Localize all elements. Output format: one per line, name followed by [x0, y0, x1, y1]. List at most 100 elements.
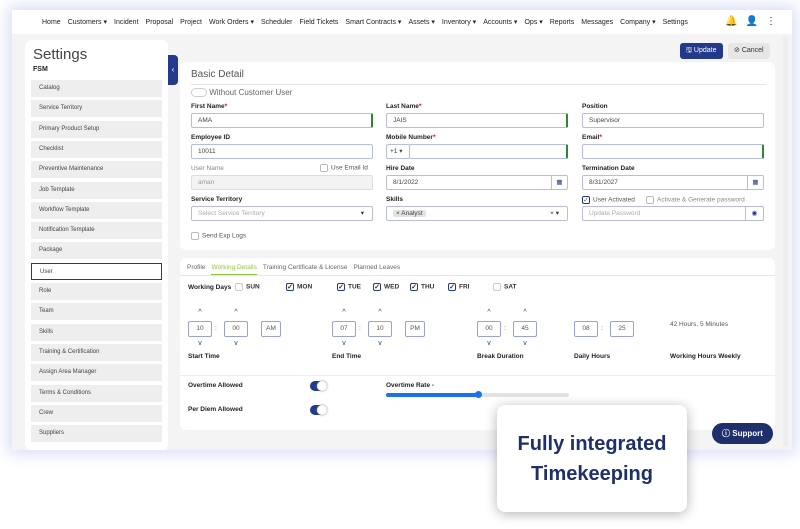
chevron-down-icon[interactable]: v	[224, 340, 248, 347]
nav-item[interactable]: Ops ▾	[524, 18, 542, 26]
sidebar-item[interactable]: Notification Template	[31, 222, 162, 240]
overtime-toggle[interactable]	[310, 381, 327, 391]
bell-icon[interactable]: 🔔	[725, 16, 737, 27]
chevron-up-icon[interactable]: ^	[513, 309, 537, 316]
cancel-button[interactable]: ⊘ Cancel	[728, 43, 770, 59]
chevron-up-icon[interactable]: ^	[188, 309, 212, 316]
mobile-input[interactable]	[409, 144, 568, 159]
sidebar-item[interactable]: Crew	[31, 404, 162, 422]
sidebar-item[interactable]: Job Template	[31, 181, 162, 199]
tab[interactable]: Training Certificate & License	[263, 264, 348, 275]
nav-item[interactable]: Incident	[114, 19, 139, 26]
without-customer-toggle[interactable]: Without Customer User	[191, 88, 292, 98]
nav-item[interactable]: Field Tickets	[300, 19, 339, 26]
start-ampm[interactable]: AM	[261, 321, 281, 337]
start-m-input[interactable]: 00	[224, 321, 248, 337]
break-h-input[interactable]: 00	[477, 321, 501, 337]
sidebar-item[interactable]: Skills	[31, 323, 162, 341]
overtime-rate-slider[interactable]	[386, 391, 569, 398]
first-name-input[interactable]: AMA	[191, 113, 373, 128]
nav-item[interactable]: Messages	[581, 19, 613, 26]
nav-item[interactable]: Project	[180, 19, 202, 26]
nav-item[interactable]: Customers ▾	[68, 18, 107, 26]
day-checkbox[interactable]: ✓ THU	[410, 283, 434, 291]
user-activated-checkbox[interactable]: ✓ User Activated	[582, 196, 635, 204]
update-button[interactable]: 🖫 Update	[680, 43, 723, 59]
avatar[interactable]: 👤	[746, 16, 758, 27]
scrollbar[interactable]	[783, 36, 788, 446]
send-logs-checkbox[interactable]: Send Exp Logs	[191, 232, 246, 240]
territory-select[interactable]: Select Service Territory ▾	[191, 206, 373, 221]
sidebar-item[interactable]: Checklist	[31, 140, 162, 158]
nav-item[interactable]: Company ▾	[620, 18, 655, 26]
chevron-up-icon[interactable]: ^	[477, 309, 501, 316]
calendar-icon[interactable]: ▦	[551, 176, 567, 189]
nav-item[interactable]: Work Orders ▾	[209, 18, 254, 26]
chevron-down-icon[interactable]: v	[188, 340, 212, 347]
chevron-up-icon[interactable]: ^	[224, 309, 248, 316]
password-input[interactable]: Update Password ◉	[582, 206, 764, 221]
sidebar-item[interactable]: Catalog	[31, 80, 162, 97]
sidebar-item[interactable]: Workflow Template	[31, 201, 162, 219]
sidebar-item[interactable]: Role	[31, 283, 162, 300]
nav-item[interactable]: Home	[42, 19, 61, 26]
sidebar-item[interactable]: Package	[31, 242, 162, 260]
tab[interactable]: Profile	[187, 264, 205, 275]
sidebar-item[interactable]: Assign Area Manager	[31, 364, 162, 382]
sidebar-item[interactable]: Suppliers	[31, 425, 162, 443]
eye-icon[interactable]: ◉	[745, 207, 763, 220]
daily-h-input[interactable]: 08	[574, 321, 598, 337]
slider-handle[interactable]	[474, 391, 482, 398]
sidebar-item[interactable]: Terms & Conditions	[31, 384, 162, 402]
day-checkbox[interactable]: ✓ MON	[286, 283, 312, 291]
day-checkbox[interactable]: ✓ FRI	[448, 283, 469, 291]
chevron-up-icon[interactable]: ^	[332, 309, 356, 316]
sidebar-item[interactable]: User	[31, 262, 162, 280]
nav-item[interactable]: Smart Contracts ▾	[345, 18, 401, 26]
activate-generate-checkbox[interactable]: Activate & Generate password	[646, 196, 745, 204]
chevron-down-icon[interactable]: v	[513, 340, 537, 347]
end-m-input[interactable]: 10	[368, 321, 392, 337]
nav-item[interactable]: Accounts ▾	[483, 18, 517, 26]
day-checkbox[interactable]: ✓ WED	[373, 283, 399, 291]
skill-tag[interactable]: × Analyst	[393, 210, 426, 217]
employee-id-input[interactable]: 10011	[191, 144, 373, 159]
hire-date-input[interactable]: 8/1/2022 ▦	[386, 175, 568, 190]
day-checkbox[interactable]: SUN	[235, 283, 260, 291]
chevron-down-icon[interactable]: v	[332, 340, 356, 347]
email-input[interactable]	[582, 144, 764, 159]
country-code-select[interactable]: +1 ▾	[386, 144, 410, 159]
tab[interactable]: Planned Leaves	[354, 264, 401, 275]
nav-item[interactable]: Reports	[550, 19, 575, 26]
username-input[interactable]: aman	[191, 175, 373, 190]
calendar-icon[interactable]: ▦	[747, 176, 763, 189]
last-name-input[interactable]: JAIS	[386, 113, 568, 128]
collapse-sidebar-button[interactable]: ‹	[168, 55, 178, 85]
termination-date-input[interactable]: 8/31/2027 ▦	[582, 175, 764, 190]
sidebar-item[interactable]: Team	[31, 303, 162, 321]
chevron-up-icon[interactable]: ^	[368, 309, 392, 316]
use-email-checkbox[interactable]: Use Email Id	[320, 164, 368, 172]
nav-item[interactable]: Proposal	[146, 19, 174, 26]
sidebar-item[interactable]: Training & Certification	[31, 343, 162, 361]
day-checkbox[interactable]: SAT	[493, 283, 517, 291]
day-checkbox[interactable]: ✓ TUE	[337, 283, 361, 291]
chevron-down-icon[interactable]: v	[477, 340, 501, 347]
end-ampm[interactable]: PM	[405, 321, 425, 337]
nav-item[interactable]: Inventory ▾	[442, 18, 476, 26]
sidebar-item[interactable]: Service Territory	[31, 100, 162, 118]
sidebar-item[interactable]: Primary Product Setup	[31, 120, 162, 138]
nav-item[interactable]: Scheduler	[261, 19, 293, 26]
nav-item[interactable]: Assets ▾	[408, 18, 434, 26]
nav-item[interactable]: Settings	[663, 19, 688, 26]
break-m-input[interactable]: 45	[513, 321, 537, 337]
sidebar-item[interactable]: Preventive Maintenance	[31, 161, 162, 179]
position-input[interactable]: Supervisor	[582, 113, 764, 128]
end-h-input[interactable]: 07	[332, 321, 356, 337]
chevron-down-icon[interactable]: v	[368, 340, 392, 347]
per-diem-toggle[interactable]	[310, 405, 327, 415]
skills-select[interactable]: × Analyst × ▾	[386, 206, 568, 221]
support-button[interactable]: ⓘ Support	[712, 423, 773, 444]
more-icon[interactable]: ⋮	[766, 16, 776, 27]
daily-m-input[interactable]: 25	[610, 321, 634, 337]
